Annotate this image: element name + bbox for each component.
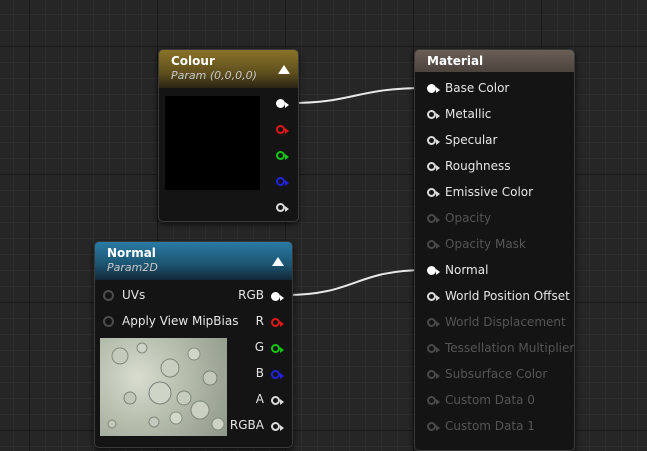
material-input-pin[interactable] xyxy=(427,162,440,171)
rgba-output-pin[interactable] xyxy=(271,422,284,431)
apply-view-mipbias-input-pin[interactable] xyxy=(103,316,114,327)
material-input-pin[interactable] xyxy=(427,136,440,145)
node-title: Normal xyxy=(107,246,156,260)
material-input-pin[interactable] xyxy=(427,110,440,119)
r-output-pin[interactable] xyxy=(276,125,289,134)
material-input-label: Roughness xyxy=(445,159,511,173)
a-output-pin[interactable] xyxy=(276,203,289,212)
material-input-pin[interactable] xyxy=(427,422,440,431)
material-input-label: Tessellation Multiplier xyxy=(445,341,575,355)
node-title: Material xyxy=(427,54,484,68)
uvs-input-label: UVs xyxy=(122,288,146,302)
node-subtitle: Param2D xyxy=(107,261,158,274)
texture-bubbles-image xyxy=(107,342,225,431)
normal-texture-parameter-node[interactable]: Normal Param2D UVs Apply View MipBias RG… xyxy=(94,241,293,448)
wire-colour-to-base-color xyxy=(289,87,427,104)
a-output-label: A xyxy=(255,392,264,406)
wire-normal-to-normal xyxy=(285,269,427,296)
normal-texture-preview xyxy=(100,338,227,436)
rgb-output-label: RGB xyxy=(238,288,264,302)
material-input-pin[interactable] xyxy=(427,370,440,379)
r-output-label: R xyxy=(255,314,264,328)
material-input-label: Specular xyxy=(445,133,498,147)
collapse-arrow-icon[interactable] xyxy=(272,257,284,266)
material-input-label: Metallic xyxy=(445,107,492,121)
b-output-pin[interactable] xyxy=(276,177,289,186)
node-subtitle: Param (0,0,0,0) xyxy=(171,69,257,82)
material-input-pin[interactable] xyxy=(427,240,440,249)
material-input-label: World Position Offset xyxy=(445,289,570,303)
material-input-pin[interactable] xyxy=(427,318,440,327)
material-input-label: Opacity xyxy=(445,211,492,225)
material-input-label: Custom Data 1 xyxy=(445,419,535,433)
material-input-label: Subsurface Color xyxy=(445,367,548,381)
material-input-label: Base Color xyxy=(445,81,510,95)
material-node-header[interactable]: Material xyxy=(415,50,574,72)
material-input-pin[interactable] xyxy=(427,344,440,353)
rgb-output-pin[interactable] xyxy=(271,292,284,301)
uvs-input-pin[interactable] xyxy=(103,290,114,301)
b-output-label: B xyxy=(255,366,264,380)
node-title: Colour xyxy=(171,54,215,68)
r-output-pin[interactable] xyxy=(271,318,284,327)
colour-node-header[interactable]: Colour Param (0,0,0,0) xyxy=(159,50,298,88)
apply-view-mipbias-label: Apply View MipBias xyxy=(122,314,239,328)
rgb-output-pin[interactable] xyxy=(276,99,289,108)
material-input-pin[interactable] xyxy=(427,84,440,93)
material-input-pin[interactable] xyxy=(427,396,440,405)
normal-node-header[interactable]: Normal Param2D xyxy=(95,242,292,280)
material-input-label: Emissive Color xyxy=(445,185,534,199)
material-input-label: Custom Data 0 xyxy=(445,393,535,407)
g-output-pin[interactable] xyxy=(271,344,284,353)
colour-preview-swatch xyxy=(165,96,260,190)
material-input-label: Normal xyxy=(445,263,489,277)
material-result-node[interactable]: Material Base Color Metallic Specular Rough… xyxy=(414,49,575,451)
material-input-pin[interactable] xyxy=(427,292,440,301)
material-input-label: Opacity Mask xyxy=(445,237,526,251)
b-output-pin[interactable] xyxy=(271,370,284,379)
material-input-pin[interactable] xyxy=(427,188,440,197)
material-input-pin[interactable] xyxy=(427,214,440,223)
colour-parameter-node[interactable]: Colour Param (0,0,0,0) xyxy=(158,49,299,222)
collapse-arrow-icon[interactable] xyxy=(278,65,290,74)
material-input-label: World Displacement xyxy=(445,315,566,329)
g-output-pin[interactable] xyxy=(276,151,289,160)
rgba-output-label: RGBA xyxy=(229,418,264,432)
g-output-label: G xyxy=(254,340,264,354)
a-output-pin[interactable] xyxy=(271,396,284,405)
material-input-pin[interactable] xyxy=(427,266,440,275)
